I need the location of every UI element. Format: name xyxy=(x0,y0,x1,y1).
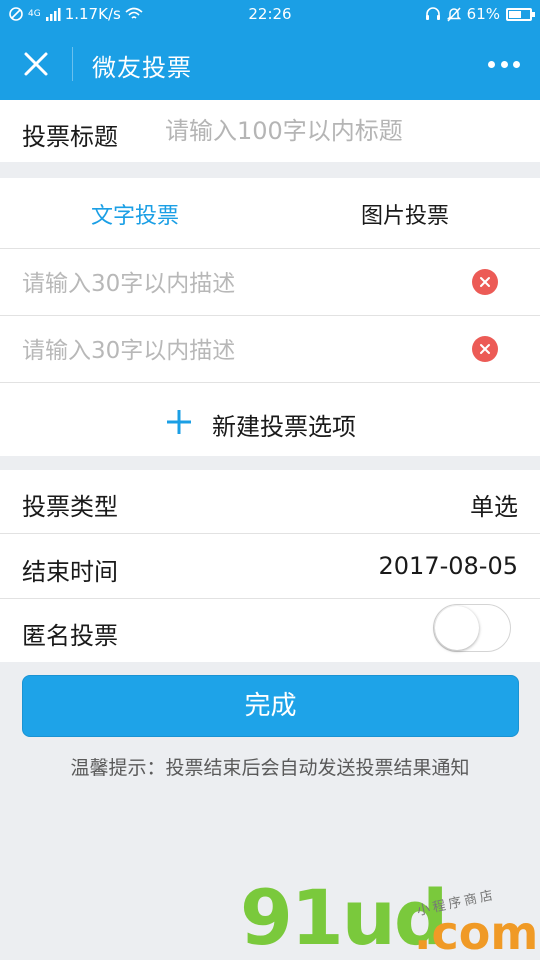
divider xyxy=(0,533,540,534)
hint-text: 温馨提示：投票结束后会自动发送投票结果通知 xyxy=(70,757,470,779)
battery-percent: 61% xyxy=(466,5,500,23)
end-time-value: 2017-08-05 xyxy=(378,552,518,580)
more-icon-dot xyxy=(513,60,520,68)
title-bar: 微友投票 xyxy=(0,30,540,100)
end-time-label: 结束时间 xyxy=(22,558,118,586)
mute-bell-icon xyxy=(446,7,461,22)
status-right: 61% xyxy=(425,5,535,23)
divider xyxy=(0,598,540,599)
watermark-logo: 91ud 小程序商店 .com xyxy=(240,878,540,960)
option-input-1[interactable] xyxy=(22,266,452,302)
divider xyxy=(0,315,540,316)
vote-title-section: 投票标题 xyxy=(0,100,540,162)
close-button[interactable] xyxy=(16,44,56,84)
anonymous-vote-toggle[interactable] xyxy=(433,604,511,652)
battery-icon xyxy=(506,7,535,21)
battery-fill xyxy=(509,10,522,18)
more-button[interactable] xyxy=(488,54,520,74)
tab-text-vote[interactable]: 文字投票 xyxy=(0,198,270,230)
divider xyxy=(0,248,540,249)
headset-icon xyxy=(425,7,440,20)
remove-icon xyxy=(480,344,490,354)
add-option-label: 新建投票选项 xyxy=(212,413,356,441)
done-button[interactable]: 完成 xyxy=(22,675,519,737)
more-icon-dot xyxy=(488,60,495,68)
add-option-button[interactable]: 新建投票选项 xyxy=(0,402,540,456)
delete-option-button[interactable] xyxy=(472,336,498,362)
page-title: 微友投票 xyxy=(92,54,192,82)
title-divider xyxy=(72,47,73,81)
vote-title-label: 投票标题 xyxy=(22,123,118,151)
vote-settings-section: 投票类型 单选 结束时间 2017-08-05 匿名投票 xyxy=(0,470,540,662)
vote-type-label: 投票类型 xyxy=(22,493,118,521)
option-input-2[interactable] xyxy=(22,333,452,369)
remove-icon xyxy=(480,277,490,287)
watermark-suffix: .com xyxy=(414,906,539,960)
close-icon xyxy=(24,52,48,76)
delete-option-button[interactable] xyxy=(472,269,498,295)
tab-image-vote[interactable]: 图片投票 xyxy=(270,198,540,230)
toggle-knob xyxy=(435,606,479,650)
vote-options-section: 文字投票 图片投票 新建投票选项 xyxy=(0,178,540,456)
vote-title-input[interactable] xyxy=(165,114,525,148)
divider xyxy=(0,382,540,383)
anonymous-vote-label: 匿名投票 xyxy=(22,622,118,650)
status-bar: 4G 1.17K/s 22:26 61% xyxy=(0,0,540,30)
more-icon-dot xyxy=(500,60,508,68)
vote-type-value: 单选 xyxy=(470,493,518,521)
plus-icon xyxy=(167,410,191,434)
